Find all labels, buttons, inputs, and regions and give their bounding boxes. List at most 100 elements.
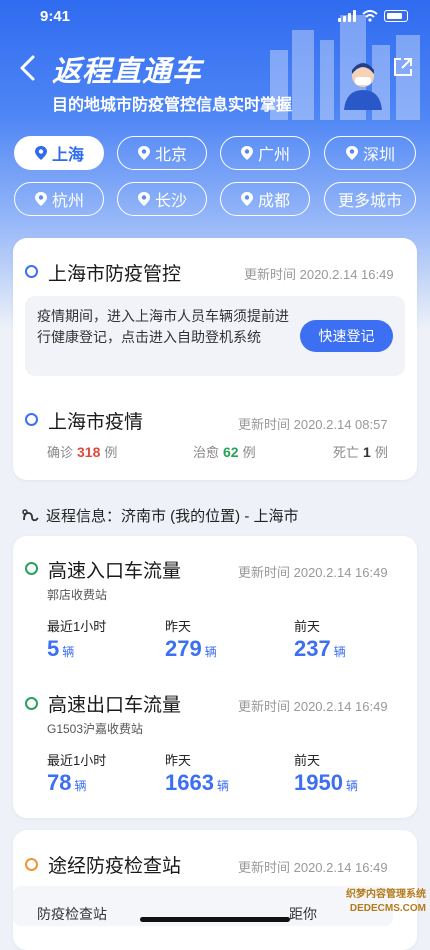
flow-value: 5: [47, 636, 60, 661]
page-subtitle: 目的地城市防疫管控信息实时掌握: [52, 97, 293, 114]
flow-label-day-before: 前天: [294, 753, 321, 768]
quick-register-button[interactable]: 快速登记: [300, 320, 393, 352]
location-pin-icon: [137, 192, 150, 206]
page-title: 返程直通车: [52, 56, 203, 88]
route-text: 返程信息：济南市 (我的位置) - 上海市: [46, 508, 299, 525]
watermark: 织梦内容管理系统 DEDECMS.COM: [318, 888, 426, 928]
city-info-card: 上海市防疫管控 更新时间 2020.2.14 16:49 疫情期间，进入上海市人…: [13, 238, 417, 480]
death-unit: 例: [374, 445, 388, 460]
city-chip-hangzhou[interactable]: 杭州: [14, 182, 104, 216]
flow-unit: 辆: [333, 645, 346, 659]
city-chip-label: 广州: [257, 147, 290, 164]
battery-icon: [384, 10, 408, 22]
flow-label-day-before: 前天: [294, 619, 321, 634]
section-dot-icon: [25, 562, 38, 575]
city-chip-label: 长沙: [154, 193, 187, 210]
city-chip-changsha[interactable]: 长沙: [117, 182, 207, 216]
return-route-info: 返程信息：济南市 (我的位置) - 上海市: [22, 505, 299, 526]
exit-yesterday-value: 1663 辆: [165, 770, 229, 796]
distance-column-header: 距你: [289, 906, 317, 922]
flow-unit: 辆: [74, 779, 87, 793]
epidemic-updated-time: 更新时间 2020.2.14 08:57: [238, 417, 388, 432]
cured-unit: 例: [242, 445, 256, 460]
flow-value: 237: [294, 636, 331, 661]
entry-flow-updated-time: 更新时间 2020.2.14 16:49: [238, 565, 388, 580]
location-pin-icon: [137, 146, 150, 160]
confirmed-count: 318: [77, 444, 101, 460]
location-pin-icon: [34, 192, 47, 206]
exit-flow-updated-time: 更新时间 2020.2.14 16:49: [238, 699, 388, 714]
checkpoint-column-header: 防疫检查站: [37, 906, 107, 922]
more-cities-label: 更多城市: [337, 193, 402, 210]
location-pin-icon: [240, 146, 253, 160]
flow-value: 279: [165, 636, 202, 661]
control-title: 上海市防疫管控: [48, 264, 182, 285]
flow-label-yesterday: 昨天: [165, 753, 192, 768]
control-updated-time: 更新时间 2020.2.14 16:49: [244, 267, 394, 282]
checkpoint-updated-time: 更新时间 2020.2.14 16:49: [238, 860, 388, 875]
location-pin-icon: [34, 146, 47, 160]
entry-last-hour-value: 5辆: [47, 636, 74, 662]
flow-label-last-hour: 最近1小时: [47, 753, 107, 768]
entry-flow-title: 高速入口车流量: [48, 561, 182, 582]
cured-stat: 治愈 62 例: [193, 442, 256, 461]
wifi-icon: [362, 10, 378, 22]
exit-flow-title: 高速出口车流量: [48, 695, 182, 716]
exit-day-before-value: 1950 辆: [294, 770, 358, 796]
location-pin-icon: [240, 192, 253, 206]
city-chip-label: 北京: [154, 147, 187, 164]
city-chip-chengdu[interactable]: 成都: [220, 182, 310, 216]
driver-avatar-illustration: [344, 63, 382, 110]
watermark-line: DEDECMS.COM: [349, 903, 426, 914]
confirmed-label: 确诊: [47, 445, 74, 460]
status-time: 9:41: [40, 8, 71, 25]
flow-unit: 辆: [216, 779, 229, 793]
city-chip-label: 深圳: [362, 147, 395, 164]
flow-value: 1950: [294, 770, 343, 795]
flow-value: 78: [47, 770, 72, 795]
section-dot-icon: [25, 697, 38, 710]
flow-unit: 辆: [62, 645, 75, 659]
location-pin-icon: [345, 146, 358, 160]
death-label: 死亡: [333, 445, 360, 460]
signal-icon: [338, 10, 356, 22]
confirmed-stat: 确诊 318 例: [47, 442, 117, 461]
watermark-line: 织梦内容管理系统: [346, 889, 426, 900]
city-chip-label: 上海: [51, 147, 84, 164]
death-count: 1: [363, 444, 371, 460]
city-chip-shenzhen[interactable]: 深圳: [324, 136, 416, 170]
section-dot-icon: [25, 413, 38, 426]
cured-count: 62: [223, 444, 239, 460]
death-stat: 死亡 1 例: [333, 442, 388, 461]
flow-label-yesterday: 昨天: [165, 619, 192, 634]
notice-text: 疫情期间，进入上海市人员车辆须提前进行健康登记，点击进入自助登机系统: [37, 308, 289, 345]
more-cities-button[interactable]: 更多城市: [324, 182, 416, 216]
confirmed-unit: 例: [104, 445, 118, 460]
section-dot-icon: [25, 265, 38, 278]
city-chip-shanghai[interactable]: 上海: [14, 136, 104, 170]
exit-station-name: G1503沪嘉收费站: [47, 722, 144, 736]
city-chip-beijing[interactable]: 北京: [117, 136, 207, 170]
traffic-flow-card: 高速入口车流量 更新时间 2020.2.14 16:49 郭店收费站 最近1小时…: [13, 536, 417, 818]
exit-last-hour-value: 78 辆: [47, 770, 87, 796]
home-indicator[interactable]: [140, 917, 290, 922]
city-chip-label: 杭州: [51, 193, 84, 210]
status-bar: 9:41: [0, 0, 430, 34]
flow-value: 1663: [165, 770, 214, 795]
entry-day-before-value: 237 辆: [294, 636, 346, 662]
cured-label: 治愈: [193, 445, 220, 460]
city-chip-guangzhou[interactable]: 广州: [220, 136, 310, 170]
flow-unit: 辆: [345, 779, 358, 793]
section-dot-icon: [25, 858, 38, 871]
entry-station-name: 郭店收费站: [47, 588, 108, 602]
checkpoint-title: 途经防疫检查站: [48, 856, 182, 877]
entry-yesterday-value: 279 辆: [165, 636, 217, 662]
share-button[interactable]: [392, 56, 414, 78]
flow-unit: 辆: [204, 645, 217, 659]
route-icon: [22, 508, 39, 521]
city-chip-label: 成都: [257, 193, 290, 210]
flow-label-last-hour: 最近1小时: [47, 619, 107, 634]
epidemic-title: 上海市疫情: [48, 412, 144, 433]
back-button[interactable]: [16, 54, 40, 82]
health-registration-notice: 疫情期间，进入上海市人员车辆须提前进行健康登记，点击进入自助登机系统 快速登记: [25, 296, 405, 376]
